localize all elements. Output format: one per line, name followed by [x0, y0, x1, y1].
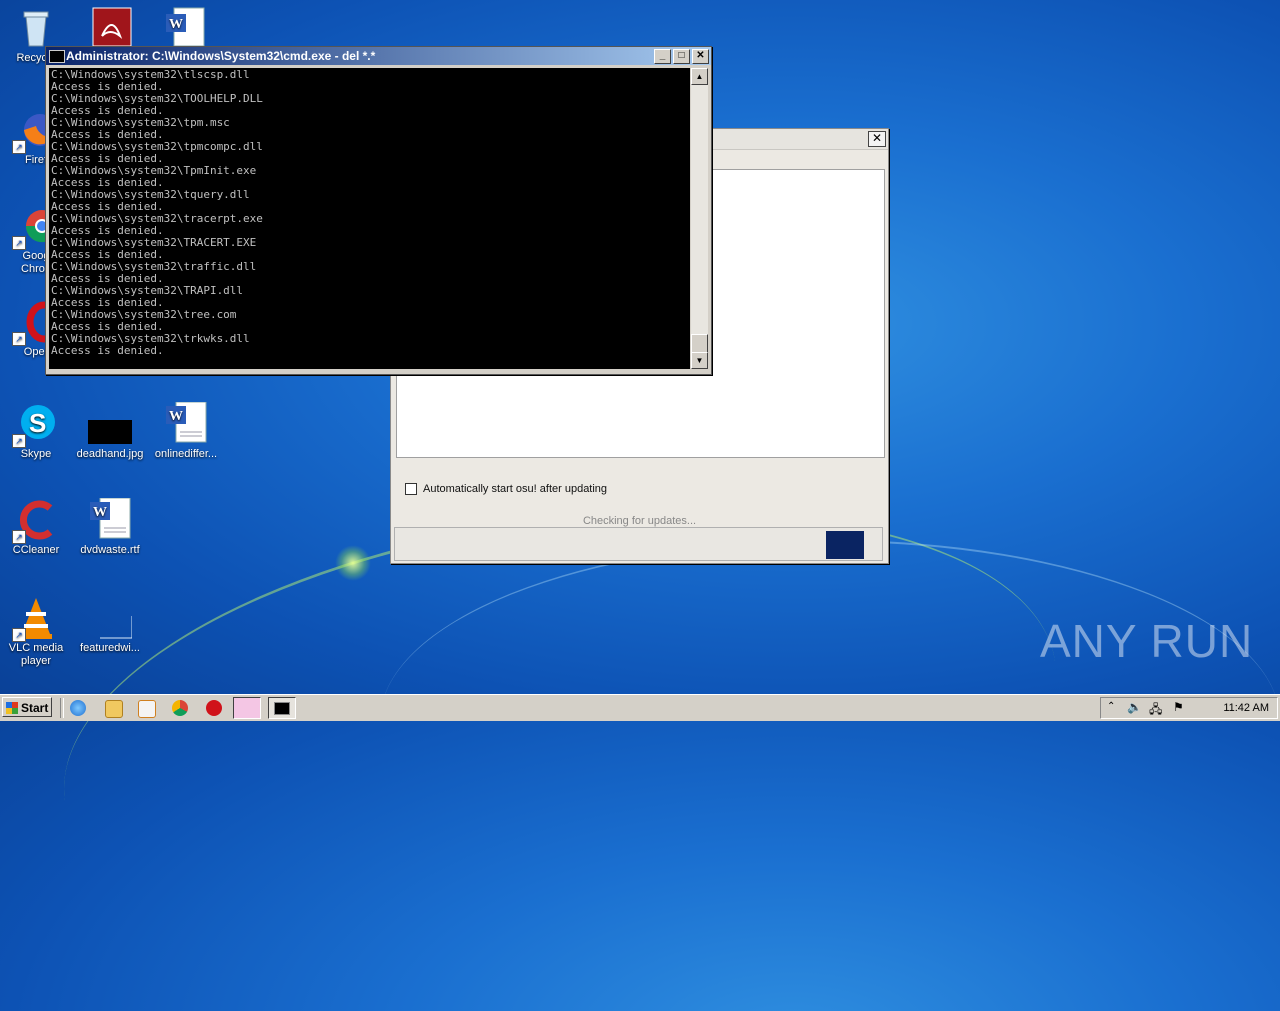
minimize-button[interactable]: _: [654, 49, 671, 64]
media-player-icon[interactable]: [138, 700, 156, 718]
windows-logo-icon: [6, 702, 18, 714]
scroll-up-button[interactable]: ▲: [691, 68, 708, 85]
cmd-window: Administrator: C:\Windows\System32\cmd.e…: [45, 46, 712, 375]
desktop-icon-vlc[interactable]: ↗ VLC media player: [0, 596, 72, 668]
svg-text:W: W: [169, 409, 183, 424]
shortcut-arrow-icon: ↗: [12, 628, 26, 642]
taskbar-separator: [60, 698, 64, 718]
console-app-icon: [49, 50, 65, 63]
osu-action-button[interactable]: [826, 531, 864, 559]
arrow-up-icon: ▲: [695, 72, 704, 81]
desktop-icon-skype[interactable]: S ↗ Skype: [0, 402, 72, 461]
maximize-button[interactable]: □: [673, 49, 690, 64]
taskbar-cmd-task[interactable]: [268, 697, 296, 719]
start-label: Start: [21, 701, 49, 715]
close-icon: ✕: [696, 50, 705, 61]
vlc-icon: ↗: [12, 596, 58, 642]
arrow-down-icon: ▼: [695, 356, 704, 365]
image-file-icon: [88, 402, 134, 446]
file-explorer-icon[interactable]: [105, 700, 123, 718]
desktop-icon-onlinediffer[interactable]: W onlinediffer...: [150, 401, 222, 461]
console-task-icon: [274, 702, 290, 715]
network-icon[interactable]: 🖧: [1149, 700, 1162, 721]
svg-text:W: W: [93, 505, 107, 520]
close-icon: ✕: [871, 131, 883, 145]
minimize-icon: _: [659, 50, 666, 61]
taskbar: Start ⌃ 🔈 🖧 ⚑ 11:42 AM: [0, 694, 1280, 721]
console-output[interactable]: C:\Windows\system32\tlscsp.dll Access is…: [49, 68, 690, 369]
osu-progress-area: [394, 527, 883, 561]
scroll-thumb[interactable]: [691, 334, 708, 353]
auto-start-option[interactable]: Automatically start osu! after updating: [405, 483, 607, 495]
shortcut-arrow-icon: ↗: [12, 236, 26, 250]
skype-icon: S ↗: [12, 402, 58, 448]
blank-file-icon: [88, 596, 133, 640]
wallpaper-flare: [335, 545, 371, 581]
action-center-flag-icon[interactable]: ⚑: [1173, 700, 1184, 714]
system-tray: ⌃ 🔈 🖧 ⚑ 11:42 AM: [1100, 697, 1278, 719]
maximize-icon: □: [678, 50, 685, 61]
shortcut-arrow-icon: ↗: [12, 530, 26, 544]
auto-start-checkbox[interactable]: [405, 483, 417, 495]
word-document-icon: W: [164, 6, 208, 50]
desktop-icon-ccleaner[interactable]: ↗ CCleaner: [0, 498, 72, 557]
wallpaper-swoosh-light: [380, 540, 1280, 902]
desktop-icon-featuredw[interactable]: featuredwi...: [74, 596, 146, 655]
svg-text:W: W: [169, 17, 183, 32]
recycle-bin-icon: [14, 6, 58, 50]
start-button[interactable]: Start: [2, 697, 52, 717]
ccleaner-icon: ↗: [12, 498, 58, 544]
show-hidden-icons-icon[interactable]: ⌃: [1107, 701, 1115, 712]
shortcut-arrow-icon: ↗: [12, 434, 26, 448]
update-status-text: Checking for updates...: [582, 515, 697, 527]
volume-icon[interactable]: 🔈: [1127, 700, 1142, 714]
taskbar-osu-task[interactable]: [233, 697, 261, 719]
console-scrollbar[interactable]: ▲ ▼: [691, 68, 708, 369]
console-text: C:\Windows\system32\tlscsp.dll Access is…: [49, 68, 690, 358]
shortcut-arrow-icon: ↗: [12, 332, 26, 346]
pdf-file-icon: [90, 6, 134, 50]
shortcut-arrow-icon: ↗: [12, 140, 26, 154]
opera-taskbar-icon[interactable]: [206, 700, 222, 716]
anyrun-watermark: ANY RUN: [1040, 615, 1254, 667]
svg-text:S: S: [29, 408, 46, 438]
osu-close-button[interactable]: ✕: [868, 131, 886, 147]
console-line: Access is denied.: [51, 344, 164, 357]
cmd-window-title: Administrator: C:\Windows\System32\cmd.e…: [66, 49, 376, 63]
close-button[interactable]: ✕: [692, 49, 709, 64]
desktop-icon-dvdwaste[interactable]: W dvdwaste.rtf: [74, 497, 146, 557]
word-document-icon: W: [164, 401, 208, 446]
rtf-document-icon: W: [88, 497, 132, 542]
scroll-down-button[interactable]: ▼: [691, 352, 708, 369]
internet-explorer-icon[interactable]: [70, 700, 86, 716]
cmd-titlebar[interactable]: Administrator: C:\Windows\System32\cmd.e…: [46, 47, 711, 65]
auto-start-label: Automatically start osu! after updating: [423, 483, 608, 495]
desktop-icon-deadhand[interactable]: deadhand.jpg: [74, 402, 146, 461]
clock[interactable]: 11:42 AM: [1223, 702, 1269, 714]
chrome-taskbar-icon[interactable]: [172, 700, 188, 716]
